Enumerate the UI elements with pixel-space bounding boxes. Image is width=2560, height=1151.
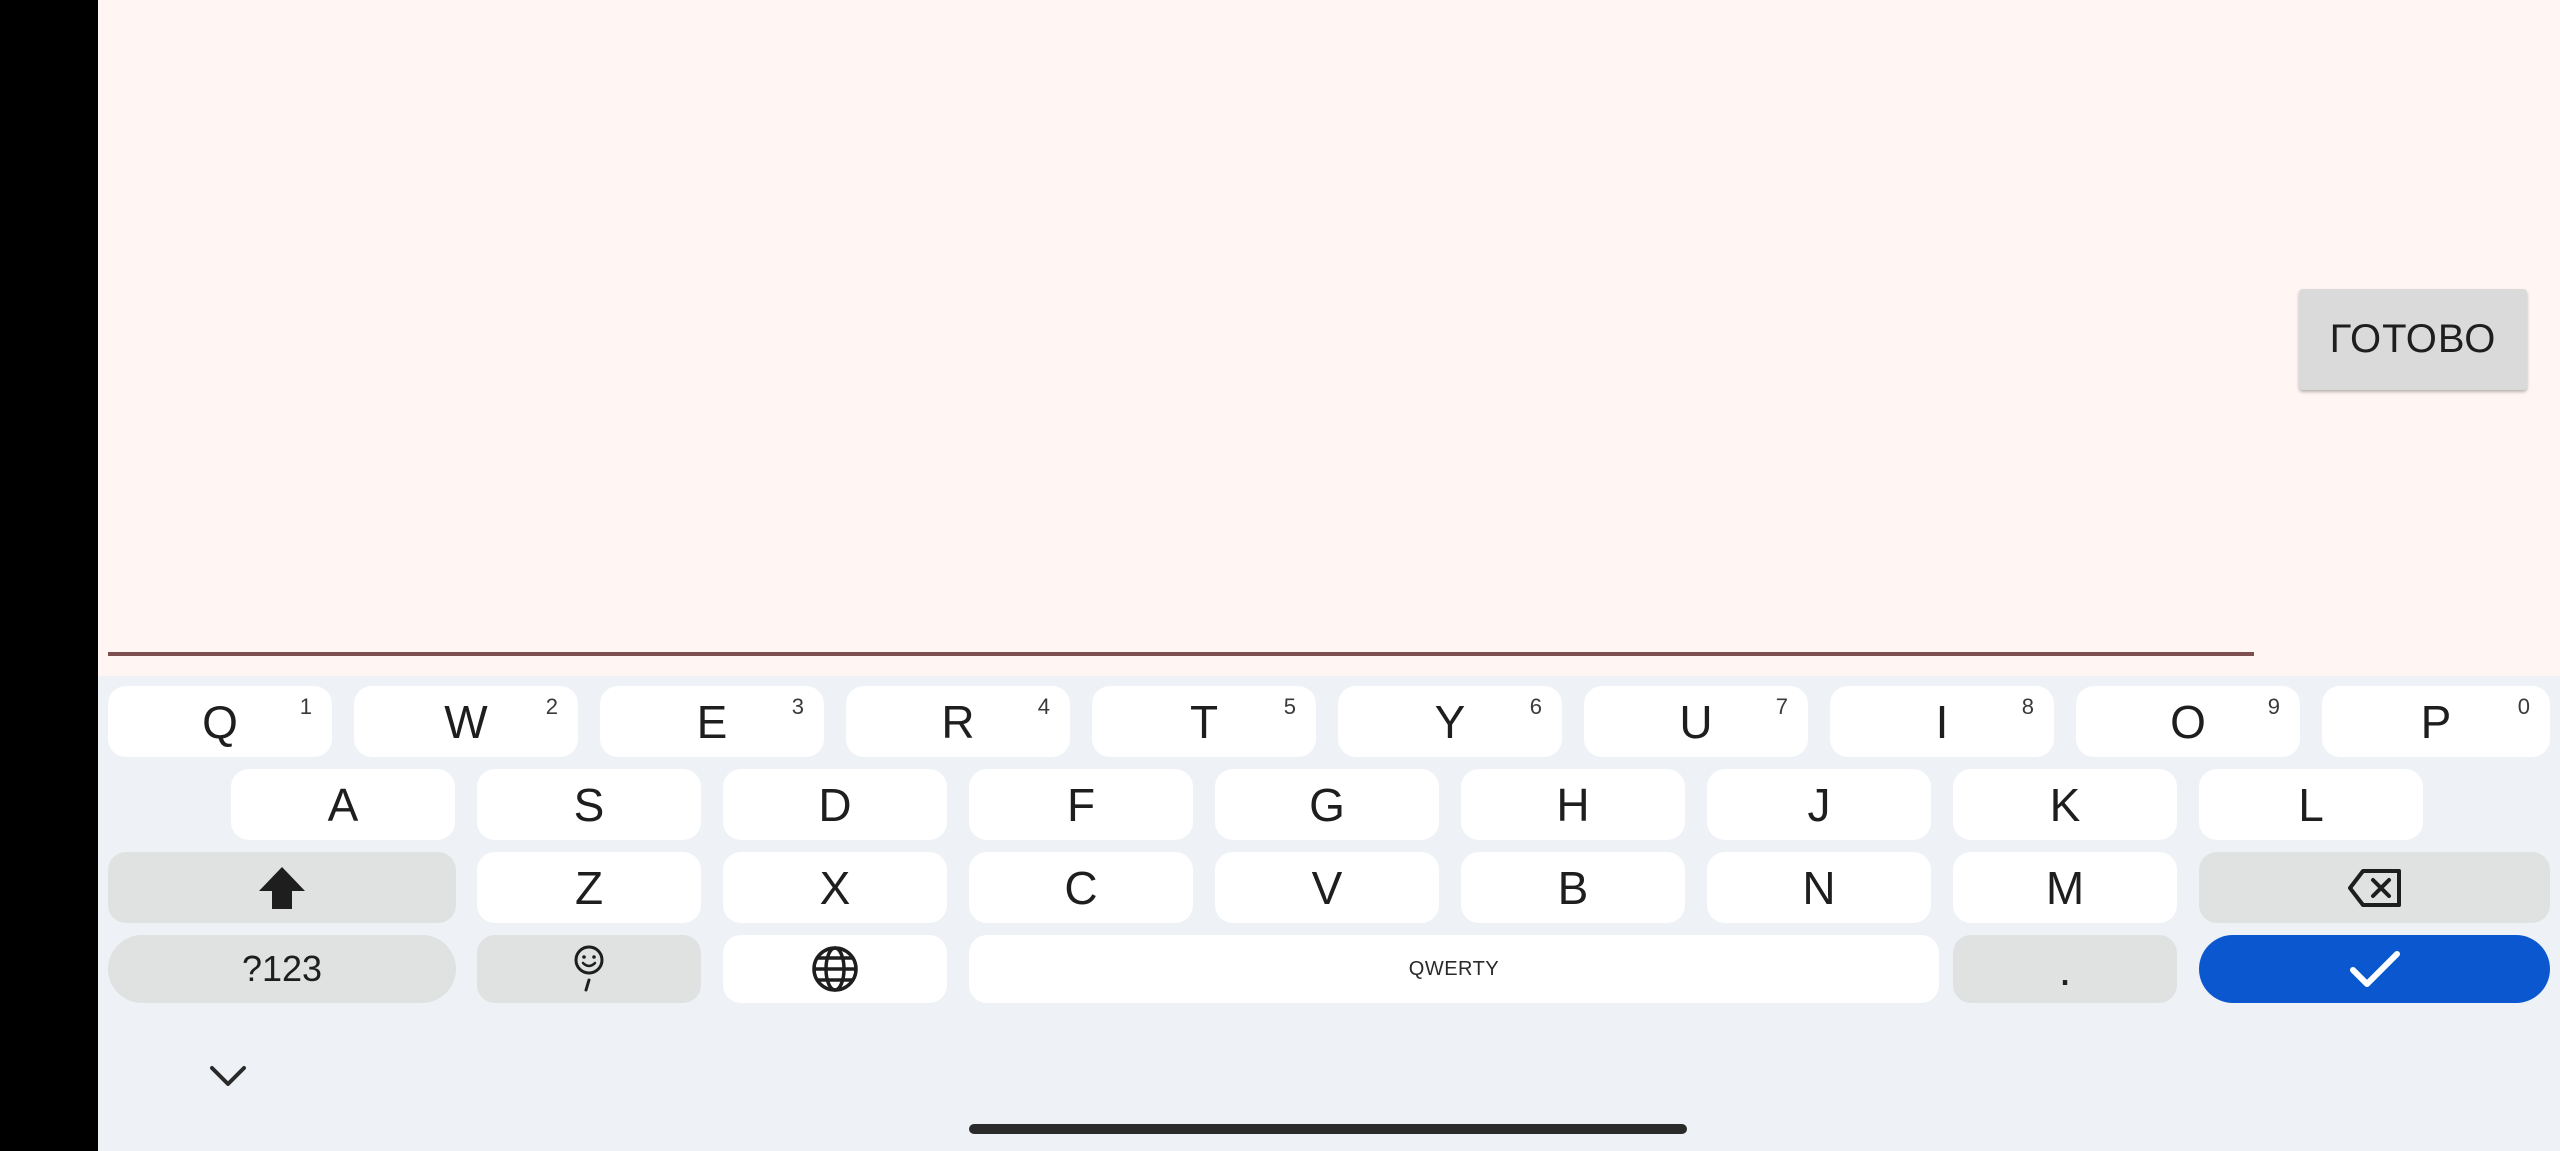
key-j[interactable]: J [1707,769,1931,840]
key-hint: 4 [1037,694,1050,719]
key-label: A [327,778,359,831]
chevron-down-icon[interactable] [206,1062,250,1092]
key-label: D [818,778,852,831]
key-u[interactable]: U 7 [1584,686,1808,757]
text-input-area[interactable]: ГОТОВО [98,0,2560,676]
done-button[interactable]: ГОТОВО [2299,289,2527,390]
key-t[interactable]: T 5 [1092,686,1316,757]
key-n[interactable]: N [1707,852,1931,923]
enter-key[interactable] [2199,935,2550,1003]
checkmark-icon [2349,951,2400,987]
key-label: I [1935,695,1949,748]
key-s[interactable]: S [477,769,701,840]
key-c[interactable]: C [969,852,1193,923]
key-label: K [2049,778,2081,831]
key-label: F [1066,778,1096,831]
key-i[interactable]: I 8 [1830,686,2054,757]
key-label: S [573,778,605,831]
key-label: P [2420,695,2452,748]
key-hint: 2 [545,694,558,719]
key-label: B [1557,861,1589,914]
key-y[interactable]: Y 6 [1338,686,1562,757]
key-r[interactable]: R 4 [846,686,1070,757]
key-label: Q [202,695,238,748]
key-v[interactable]: V [1215,852,1439,923]
key-x[interactable]: X [723,852,947,923]
key-label: L [2298,778,2324,831]
key-label: W [444,695,488,748]
key-label: M [2045,861,2085,914]
shift-key[interactable] [108,852,456,923]
key-hint: 7 [1775,694,1788,719]
key-label: C [1064,861,1098,914]
key-label: H [1556,778,1590,831]
on-screen-keyboard: Q 1 W 2 E 3 R 4 T 5 Y 6 U 7 I 8 O 9 P 0 … [98,676,2560,1151]
key-p[interactable]: P 0 [2322,686,2550,757]
key-hint: 3 [791,694,804,719]
key-hint: 0 [2517,694,2530,719]
key-e[interactable]: E 3 [600,686,824,757]
key-label: G [1309,778,1345,831]
backspace-key[interactable] [2199,852,2550,923]
symbols-key-label: ?123 [241,948,323,989]
key-label: U [1679,695,1713,748]
app-screen: ГОТОВО Q 1 W 2 E 3 R 4 T 5 Y 6 U 7 I 8 O… [98,0,2560,1151]
key-b[interactable]: B [1461,852,1685,923]
key-w[interactable]: W 2 [354,686,578,757]
key-hint: 1 [299,694,312,719]
key-label: N [1802,861,1836,914]
key-k[interactable]: K [1953,769,2177,840]
input-underline [108,652,2254,656]
key-label: O [2170,695,2206,748]
key-label: R [941,695,975,748]
key-hint: 9 [2267,694,2280,719]
backspace-icon [2347,868,2401,907]
key-o[interactable]: O 9 [2076,686,2300,757]
navigation-handle[interactable] [969,1124,1687,1134]
key-label: X [819,861,851,914]
globe-icon [812,946,858,992]
emoji-key[interactable] [477,935,701,1003]
emoji-icon [574,945,604,992]
key-hint: 5 [1283,694,1296,719]
language-key[interactable] [723,935,947,1003]
key-hint: 8 [2021,694,2034,719]
shift-icon [259,866,305,909]
key-h[interactable]: H [1461,769,1685,840]
period-key-label: . [2058,943,2072,995]
space-key[interactable]: QWERTY [969,935,1939,1003]
space-key-label: QWERTY [1408,958,1500,980]
key-label: J [1807,778,1831,831]
key-q[interactable]: Q 1 [108,686,332,757]
key-label: Z [574,861,604,914]
key-label: T [1189,695,1219,748]
key-label: V [1311,861,1343,914]
key-label: E [696,695,728,748]
key-g[interactable]: G [1215,769,1439,840]
key-a[interactable]: A [231,769,455,840]
key-f[interactable]: F [969,769,1193,840]
key-m[interactable]: M [1953,852,2177,923]
period-key[interactable]: . [1953,935,2177,1003]
key-d[interactable]: D [723,769,947,840]
key-label: Y [1434,695,1466,748]
key-z[interactable]: Z [477,852,701,923]
key-hint: 6 [1529,694,1542,719]
key-l[interactable]: L [2199,769,2423,840]
symbols-key[interactable]: ?123 [108,935,456,1003]
